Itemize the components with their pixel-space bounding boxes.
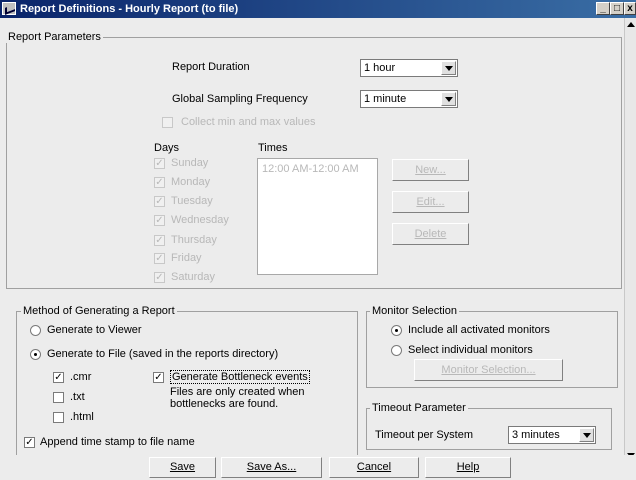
cancel-button[interactable]: Cancel xyxy=(329,457,419,478)
chevron-down-icon[interactable] xyxy=(441,92,456,106)
scroll-up-icon[interactable] xyxy=(627,22,635,27)
cmr-label: .cmr xyxy=(70,371,92,383)
bottleneck-note-line-1: Files are only created when xyxy=(170,386,305,398)
report-duration-label: Report Duration xyxy=(172,61,250,73)
monday-checkbox[interactable]: ✓ xyxy=(154,177,165,188)
generate-to-viewer-label: Generate to Viewer xyxy=(47,324,142,336)
include-all-monitors-radio[interactable] xyxy=(391,325,402,336)
txt-checkbox[interactable] xyxy=(53,392,64,403)
save-button[interactable]: Save xyxy=(149,457,216,478)
monitor-selection-button[interactable]: Monitor Selection... xyxy=(414,359,563,381)
chevron-down-icon[interactable] xyxy=(579,428,594,442)
tuesday-checkbox[interactable]: ✓ xyxy=(154,196,165,207)
timeout-select[interactable]: 3 minutes xyxy=(508,426,596,444)
title-bar: Report Definitions - Hourly Report (to f… xyxy=(0,0,636,18)
times-header: Times xyxy=(258,142,288,154)
cmr-checkbox[interactable]: ✓ xyxy=(53,372,64,383)
append-timestamp-label: Append time stamp to file name xyxy=(40,436,195,448)
select-individual-monitors-radio[interactable] xyxy=(391,345,402,356)
edit-time-button[interactable]: Edit... xyxy=(392,191,469,213)
vertical-scrollbar[interactable] xyxy=(624,18,636,462)
bottleneck-checkbox[interactable]: ✓ xyxy=(153,372,164,383)
wednesday-checkbox[interactable]: ✓ xyxy=(154,215,165,226)
friday-checkbox[interactable]: ✓ xyxy=(154,253,165,264)
bottleneck-label: Generate Bottleneck events xyxy=(170,370,310,384)
sampling-frequency-select[interactable]: 1 minute xyxy=(360,90,458,108)
minimize-button[interactable]: _ xyxy=(596,2,610,15)
timeout-label: Timeout per System xyxy=(375,429,474,441)
days-header: Days xyxy=(154,142,180,154)
delete-time-button[interactable]: Delete xyxy=(392,223,469,245)
thursday-checkbox[interactable]: ✓ xyxy=(154,235,165,246)
collect-min-max-label: Collect min and max values xyxy=(181,116,316,128)
generate-to-file-radio[interactable] xyxy=(30,349,41,360)
collect-min-max-checkbox[interactable] xyxy=(162,117,173,128)
saturday-label: Saturday xyxy=(171,271,216,283)
maximize-button[interactable]: □ xyxy=(610,2,624,15)
sampling-frequency-value: 1 minute xyxy=(364,93,407,105)
generate-to-viewer-radio[interactable] xyxy=(30,325,41,336)
new-time-button[interactable]: New... xyxy=(392,159,469,181)
sunday-label: Sunday xyxy=(171,157,209,169)
txt-label: .txt xyxy=(70,391,85,403)
window-title: Report Definitions - Hourly Report (to f… xyxy=(20,3,239,15)
html-label: .html xyxy=(70,411,94,423)
method-legend: Method of Generating a Report xyxy=(21,305,177,317)
timeout-value: 3 minutes xyxy=(512,429,560,441)
report-duration-value: 1 hour xyxy=(364,62,396,74)
wednesday-label: Wednesday xyxy=(171,214,229,226)
save-as-button[interactable]: Save As... xyxy=(221,457,322,478)
include-all-monitors-label: Include all activated monitors xyxy=(408,324,550,336)
close-button[interactable]: x xyxy=(624,2,636,15)
chevron-down-icon[interactable] xyxy=(441,61,456,75)
saturday-checkbox[interactable]: ✓ xyxy=(154,272,165,283)
append-timestamp-checkbox[interactable]: ✓ xyxy=(24,437,35,448)
monday-label: Monday xyxy=(171,176,211,188)
friday-label: Friday xyxy=(171,252,202,264)
bottleneck-note-line-2: bottlenecks are found. xyxy=(170,398,279,410)
monitor-selection-legend: Monitor Selection xyxy=(370,305,459,317)
thursday-label: Thursday xyxy=(171,234,217,246)
app-icon xyxy=(2,2,16,15)
times-list[interactable]: 12:00 AM-12:00 AM xyxy=(257,158,378,275)
html-checkbox[interactable] xyxy=(53,412,64,423)
report-parameters-legend: Report Parameters xyxy=(6,31,103,43)
sunday-checkbox[interactable]: ✓ xyxy=(154,158,165,169)
tuesday-label: Tuesday xyxy=(171,195,213,207)
select-individual-monitors-label: Select individual monitors xyxy=(408,344,533,356)
generate-to-file-label: Generate to File (saved in the reports d… xyxy=(47,348,279,360)
times-list-item[interactable]: 12:00 AM-12:00 AM xyxy=(262,163,359,175)
sampling-frequency-label: Global Sampling Frequency xyxy=(172,93,308,105)
timeout-legend: Timeout Parameter xyxy=(370,402,468,414)
help-button[interactable]: Help xyxy=(425,457,511,478)
report-duration-select[interactable]: 1 hour xyxy=(360,59,458,77)
